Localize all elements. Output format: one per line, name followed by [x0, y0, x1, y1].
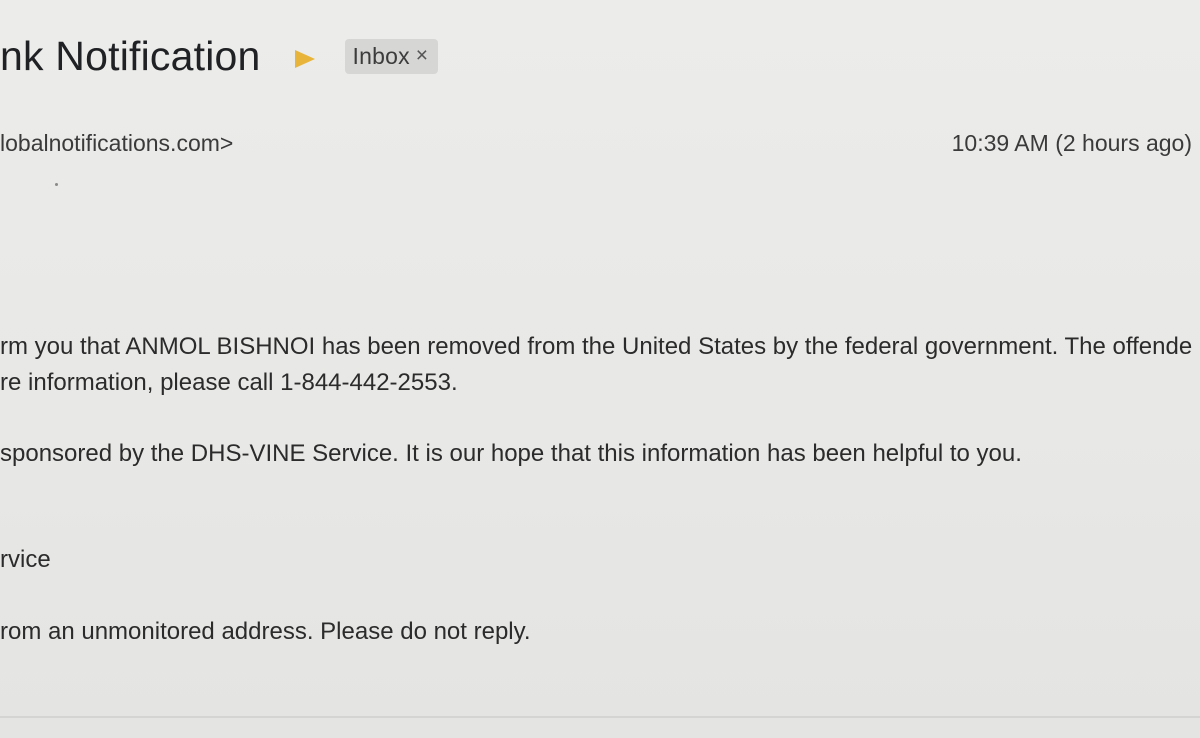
body-line-1: rm you that ANMOL BISHNOI has been remov…: [0, 333, 1193, 360]
screen-speck: [55, 183, 58, 186]
remove-label-icon[interactable]: ×: [416, 44, 428, 68]
body-line-3: sponsored by the DHS-VINE Service. It is…: [0, 440, 1022, 467]
importance-marker-icon[interactable]: [294, 49, 315, 68]
email-subject: nk Notification: [0, 33, 261, 79]
body-line-5: rom an unmonitored address. Please do no…: [0, 618, 531, 645]
body-line-4: rvice: [0, 546, 51, 573]
email-header: nk Notification Inbox ×: [0, 33, 439, 80]
email-timestamp: 10:39 AM (2 hours ago): [951, 130, 1192, 156]
body-line-2: re information, please call 1-844-442-25…: [0, 369, 458, 396]
bottom-divider: [0, 716, 1200, 718]
sender-address: lobalnotifications.com>: [0, 130, 234, 156]
email-view: nk Notification Inbox × lobalnotificatio…: [0, 0, 1200, 738]
inbox-label-text: Inbox: [352, 42, 410, 69]
inbox-label-chip[interactable]: Inbox ×: [344, 39, 439, 74]
